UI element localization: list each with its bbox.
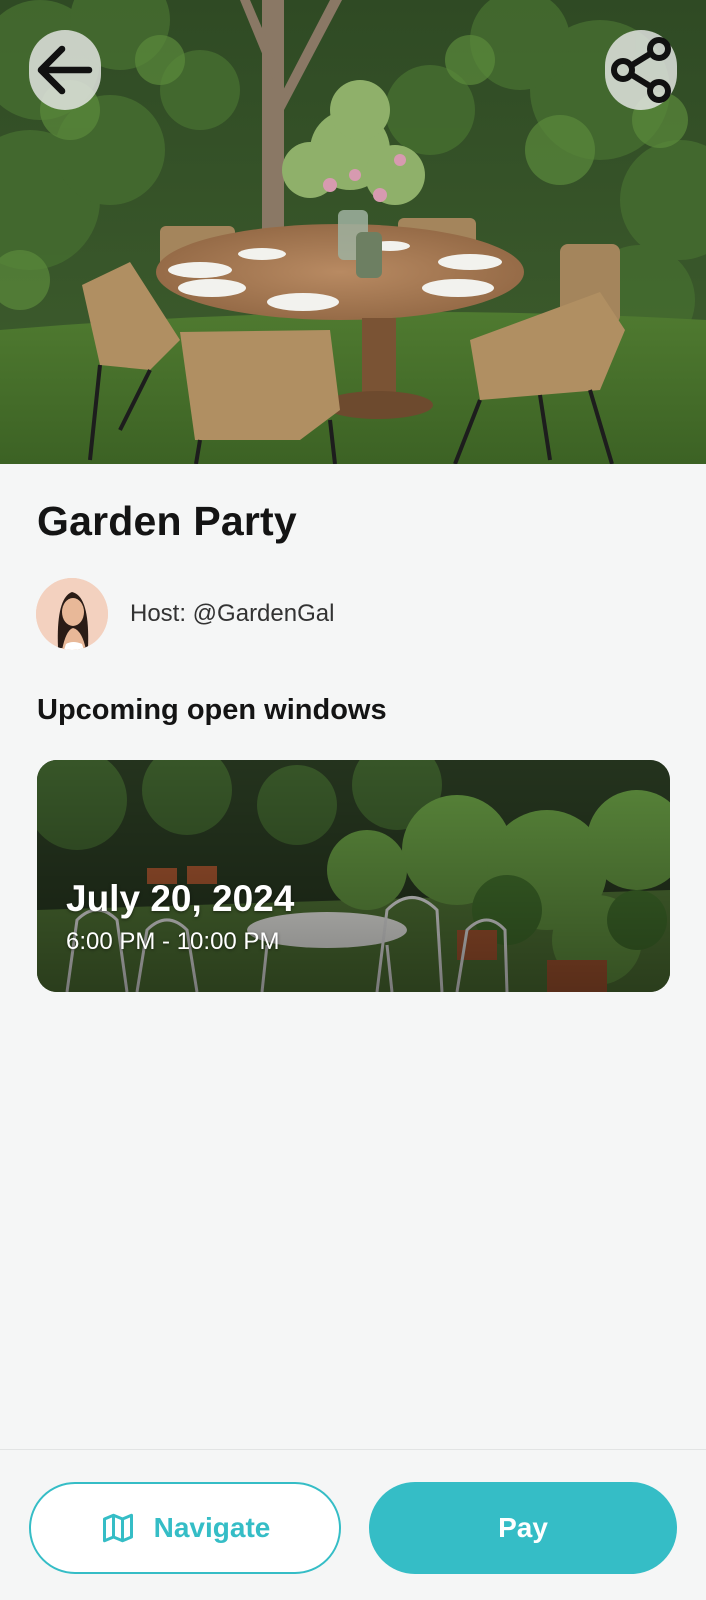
back-button[interactable]	[29, 30, 101, 110]
open-window-card[interactable]: July 20, 2024 6:00 PM - 10:00 PM	[37, 760, 670, 992]
share-icon	[611, 37, 671, 103]
hero-image	[0, 0, 706, 464]
navigate-label: Navigate	[153, 1512, 271, 1543]
window-date: July 20, 2024	[66, 878, 295, 919]
bottom-action-bar: Navigate Pay	[0, 1449, 706, 1600]
host-row[interactable]: Host: @GardenGal	[36, 578, 334, 650]
navigate-button[interactable]: Navigate	[29, 1482, 341, 1574]
avatar-image	[36, 578, 108, 650]
section-title: Upcoming open windows	[37, 694, 387, 726]
window-time: 6:00 PM - 10:00 PM	[66, 928, 280, 955]
host-avatar[interactable]	[36, 578, 108, 650]
pay-button[interactable]: Pay	[369, 1482, 677, 1574]
window-card-photo	[37, 760, 670, 992]
arrow-left-icon	[37, 45, 93, 95]
map-icon	[102, 1513, 133, 1543]
pay-label: Pay	[498, 1512, 548, 1543]
share-button[interactable]	[605, 30, 677, 110]
host-label: Host: @GardenGal	[130, 600, 335, 627]
event-title: Garden Party	[37, 498, 297, 544]
garden-table-photo	[0, 0, 706, 464]
